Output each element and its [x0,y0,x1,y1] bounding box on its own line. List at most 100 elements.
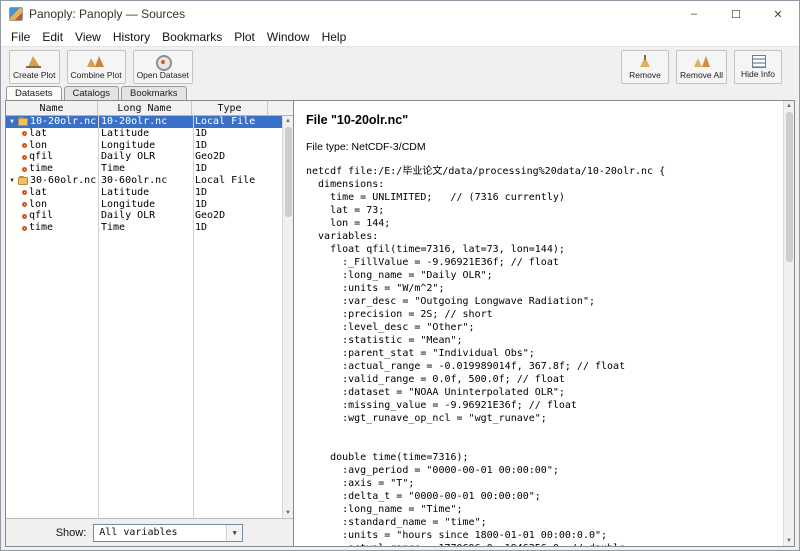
cdl-line: :wgt_runave_op_ncl = "wgt_runave"; [306,412,778,425]
variable-icon [22,131,27,136]
scroll-up-icon[interactable]: ▲ [786,101,792,111]
dataset-icon [18,177,28,185]
long-name-cell: Daily OLR [98,151,192,163]
combine-plot-button[interactable]: Combine Plot [67,50,126,84]
name-text: time [29,222,53,234]
cdl-line [306,425,778,438]
type-cell: 1D [192,199,268,211]
expander-icon[interactable]: ▼ [8,175,16,187]
dataset-row[interactable]: ▼10-20olr.nc10-20olr.ncLocal File [6,116,293,128]
scroll-down-icon[interactable]: ▼ [786,536,792,546]
column-header-long-name[interactable]: Long Name [98,101,192,115]
variable-row[interactable]: time Time1D [6,163,293,175]
variable-icon [22,226,27,231]
variable-row[interactable]: qfilDaily OLRGeo2D [6,151,293,163]
cdl-line: dimensions: [306,178,778,191]
toolbar-left-group: Create Plot Combine Plot Open Dataset [9,50,200,84]
scroll-up-icon[interactable]: ▲ [285,116,291,126]
name-cell: ▼ 10-20olr.nc [6,116,98,128]
expander-icon[interactable]: ▼ [8,116,16,128]
column-header-name[interactable]: Name [6,101,98,115]
cdl-line: :statistic = "Mean"; [306,334,778,347]
cdl-line: :missing_value = -9.96921E36f; // float [306,399,778,412]
menu-edit[interactable]: Edit [36,30,69,44]
hide-info-button[interactable]: Hide Info [734,50,782,84]
window-controls: – ☐ ✕ [673,1,799,27]
combine-plot-icon [87,55,105,69]
cdl-line: :delta_t = "0000-00-01 00:00:00"; [306,490,778,503]
variables-filter-dropdown[interactable]: All variables ▼ [93,524,243,542]
toolbar-right-group: Remove Remove All Hide Info [621,50,789,84]
remove-button[interactable]: Remove [621,50,669,84]
menu-view[interactable]: View [69,30,107,44]
tool-label: Combine Plot [71,70,122,80]
name-text: lon [29,199,47,211]
long-name-cell: Longitude [98,199,192,211]
name-cell: lat [6,128,98,140]
show-filter-bar: Show: All variables ▼ [6,518,293,546]
scrollbar-thumb[interactable] [786,112,793,262]
cdl-line: variables: [306,230,778,243]
name-text: lat [29,128,47,140]
variable-row[interactable]: lon Longitude1D [6,199,293,211]
type-cell: 1D [192,163,268,175]
cdl-line: :long_name = "Daily OLR"; [306,269,778,282]
tab-bookmarks[interactable]: Bookmarks [121,86,187,100]
info-scrollbar[interactable]: ▲ ▼ [783,101,794,546]
cdl-line: :actual_range = -0.019989014f, 367.8f; /… [306,360,778,373]
column-header-type[interactable]: Type [192,101,268,115]
scrollbar-thumb[interactable] [285,127,292,217]
tool-label: Remove All [680,70,723,80]
main-area: NameLong NameType ▼ 10-20olr.nc10-20olr.n… [5,100,795,547]
cdl-line [306,438,778,451]
long-name-cell: Time [98,163,192,175]
scroll-down-icon[interactable]: ▼ [285,508,291,518]
minimize-button[interactable]: – [673,1,715,27]
variable-row[interactable]: timeTime1D [6,222,293,234]
tool-label: Open Dataset [137,70,189,80]
type-cell: 1D [192,140,268,152]
variable-row[interactable]: lonLongitude1D [6,140,293,152]
tab-datasets[interactable]: Datasets [6,86,62,100]
variable-row[interactable]: latLatitude1D [6,128,293,140]
table-scrollbar[interactable]: ▲ ▼ [282,116,293,518]
dataset-icon [18,118,28,126]
name-text: time [29,163,53,175]
remove-all-icon [693,55,711,69]
type-cell: Geo2D [192,210,268,222]
create-plot-button[interactable]: Create Plot [9,50,60,84]
variable-row[interactable]: qfilDaily OLRGeo2D [6,210,293,222]
dataset-row[interactable]: ▼30-60olr.nc30-60olr.ncLocal File [6,175,293,187]
name-text: lat [29,187,47,199]
variable-icon [22,155,27,160]
cdl-line: netcdf file:/E:/毕业论文/data/processing%20d… [306,165,778,178]
open-dataset-button[interactable]: Open Dataset [133,50,193,84]
variable-row[interactable]: lat Latitude1D [6,187,293,199]
header-filler [268,101,293,115]
cdl-line: float qfil(time=7316, lat=73, lon=144); [306,243,778,256]
tab-strip: DatasetsCatalogsBookmarks [1,85,799,100]
name-text: 10-20olr.nc [30,116,96,128]
menu-bookmarks[interactable]: Bookmarks [156,30,228,44]
tab-catalogs[interactable]: Catalogs [64,86,120,100]
close-button[interactable]: ✕ [757,1,799,27]
variable-icon [22,143,27,148]
menu-window[interactable]: Window [261,30,316,44]
cdl-line: :level_desc = "Other"; [306,321,778,334]
long-name-cell: 10-20olr.nc [98,116,192,128]
menu-history[interactable]: History [107,30,156,44]
menu-file[interactable]: File [5,30,36,44]
maximize-button[interactable]: ☐ [715,1,757,27]
cdl-line: :avg_period = "0000-00-01 00:00:00"; [306,464,778,477]
type-cell: 1D [192,187,268,199]
cdl-line: :long_name = "Time"; [306,503,778,516]
titlebar: Panoply: Panoply — Sources – ☐ ✕ [1,1,799,27]
name-text: qfil [29,210,53,222]
name-cell: time [6,163,98,175]
menu-help[interactable]: Help [316,30,353,44]
remove-all-button[interactable]: Remove All [676,50,727,84]
cdl-line: :dataset = "NOAA Uninterpolated OLR"; [306,386,778,399]
long-name-cell: Latitude [98,187,192,199]
cdl-line: :parent_stat = "Individual Obs"; [306,347,778,360]
menu-plot[interactable]: Plot [228,30,261,44]
